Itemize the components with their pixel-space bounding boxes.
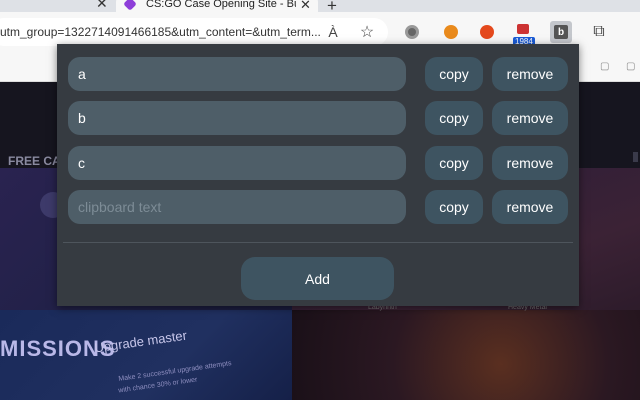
remove-button[interactable]: remove — [492, 57, 568, 91]
remove-button[interactable]: remove — [492, 101, 568, 135]
site-edge-icon — [633, 152, 638, 162]
clipboard-text-input[interactable] — [68, 146, 406, 180]
favorite-star-icon[interactable]: ☆ — [356, 21, 378, 43]
divider — [63, 242, 573, 243]
address-text: utm_group=1322714091466185&utm_content=&… — [0, 25, 321, 39]
site-promo-panel[interactable] — [292, 310, 640, 400]
read-aloud-icon[interactable]: À — [322, 21, 344, 43]
copy-button[interactable]: copy — [425, 190, 483, 224]
extension-fire-icon[interactable] — [476, 21, 498, 43]
extension-fruit-icon[interactable] — [440, 21, 462, 43]
clipboard-text-input[interactable] — [68, 101, 406, 135]
active-tab[interactable]: CS:GO Case Opening Site - Buy C ✕ — [116, 0, 318, 12]
tab-strip: ✕ CS:GO Case Opening Site - Buy C ✕ + — [0, 0, 640, 12]
bookmark-icon-2[interactable]: ▢ — [626, 61, 635, 72]
extension-b-label: b — [554, 25, 568, 39]
tab-title: CS:GO Case Opening Site - Buy C — [146, 0, 296, 10]
copy-button[interactable]: copy — [425, 57, 483, 91]
remove-button[interactable]: remove — [492, 146, 568, 180]
clipboard-text-input[interactable] — [68, 190, 406, 224]
previous-tab-close-icon[interactable]: ✕ — [96, 0, 108, 10]
add-button[interactable]: Add — [241, 257, 394, 300]
bookmark-icon[interactable]: ▢ — [600, 61, 609, 72]
site-free-label: FREE CA — [8, 154, 61, 168]
extensions-puzzle-icon[interactable]: ⧉ — [588, 21, 610, 43]
extension-calendar-icon[interactable]: 1984 — [512, 21, 535, 46]
copy-button[interactable]: copy — [425, 146, 483, 180]
clipboard-row: copy remove — [68, 146, 568, 180]
clipboard-row: copy remove — [68, 57, 568, 91]
extension-gear-icon[interactable] — [401, 21, 423, 43]
copy-button[interactable]: copy — [425, 101, 483, 135]
clipboard-text-input[interactable] — [68, 57, 406, 91]
site-favicon-icon — [123, 0, 137, 11]
clipboard-extension-icon[interactable]: b — [550, 21, 572, 43]
tab-close-icon[interactable]: ✕ — [300, 0, 311, 12]
clipboard-popup: copy remove copy remove copy remove copy… — [57, 44, 579, 306]
new-tab-button[interactable]: + — [327, 0, 337, 12]
clipboard-row: copy remove — [68, 190, 568, 224]
remove-button[interactable]: remove — [492, 190, 568, 224]
clipboard-row: copy remove — [68, 101, 568, 135]
